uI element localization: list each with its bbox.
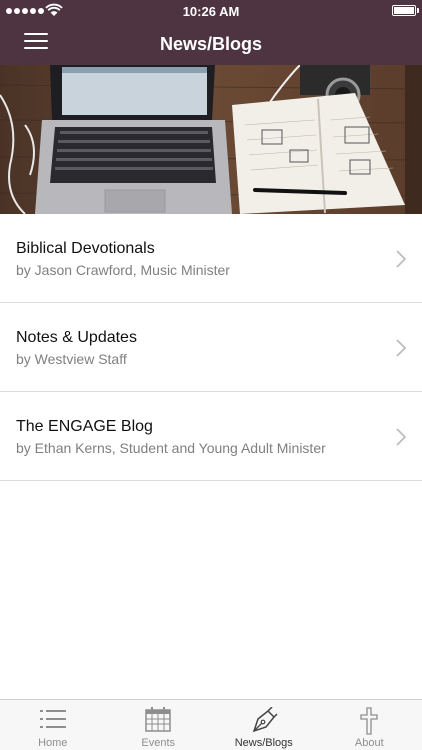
list-item-title: The ENGAGE Blog <box>16 418 153 435</box>
tab-label: News/Blogs <box>234 737 293 749</box>
list-item-engage-blog[interactable]: The ENGAGE Blog by Ethan Kerns, Student … <box>0 392 422 481</box>
navigation-header: 10:26 AM News/Blogs <box>0 0 422 65</box>
list-item-biblical-devotionals[interactable]: Biblical Devotionals by Jason Crawford, … <box>0 214 422 303</box>
tab-about[interactable]: About <box>317 700 422 750</box>
tab-events[interactable]: Events <box>106 700 212 750</box>
tab-home[interactable]: Home <box>0 700 106 750</box>
chevron-right-icon <box>396 339 406 357</box>
list-icon <box>39 710 66 728</box>
tab-bar: Home Events News/Blogs About <box>0 699 422 750</box>
list-item-subtitle: by Ethan Kerns, Student and Young Adult … <box>16 440 326 456</box>
status-time: 10:26 AM <box>182 4 240 19</box>
calendar-icon <box>145 707 171 732</box>
hero-image <box>0 65 422 214</box>
list-item-title: Notes & Updates <box>16 329 137 346</box>
list-item-notes-updates[interactable]: Notes & Updates by Westview Staff <box>0 303 422 392</box>
tab-label: About <box>354 737 384 749</box>
battery-icon <box>392 5 416 16</box>
status-bar: 10:26 AM <box>0 0 422 22</box>
list-item-subtitle: by Westview Staff <box>16 351 127 367</box>
battery-nub <box>417 8 419 13</box>
tab-news-blogs[interactable]: News/Blogs <box>211 700 317 750</box>
chevron-right-icon <box>396 428 406 446</box>
blog-list: Biblical Devotionals by Jason Crawford, … <box>0 214 422 481</box>
pen-icon <box>252 707 278 733</box>
cross-icon <box>360 707 378 735</box>
chevron-right-icon <box>396 250 406 268</box>
page-title: News/Blogs <box>159 34 263 54</box>
tab-label: Events <box>141 737 176 749</box>
list-item-title: Biblical Devotionals <box>16 240 155 257</box>
list-item-subtitle: by Jason Crawford, Music Minister <box>16 262 230 278</box>
tab-label: Home <box>38 737 68 749</box>
